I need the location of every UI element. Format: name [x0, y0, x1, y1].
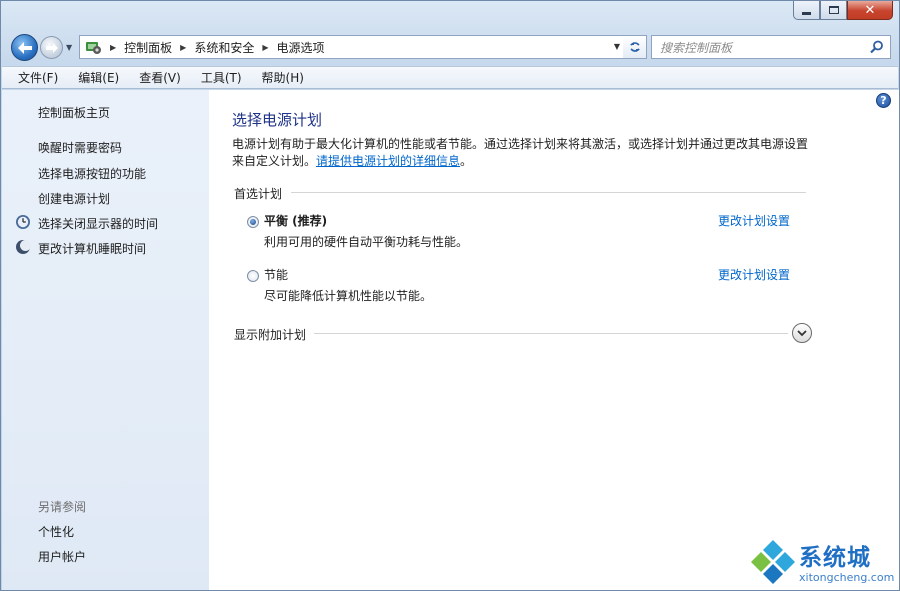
breadcrumb-separator-icon[interactable]: ▶ — [262, 43, 268, 52]
description-end: 。 — [460, 154, 473, 168]
breadcrumb-control-panel[interactable]: 控制面板 — [124, 39, 172, 56]
page-title: 选择电源计划 — [232, 111, 323, 129]
sidebar-item-wake-password[interactable]: 唤醒时需要密码 — [38, 139, 122, 156]
close-button[interactable]: ✕ — [847, 1, 893, 20]
menu-edit[interactable]: 编辑(E) — [66, 69, 127, 86]
sidebar-item-create-plan[interactable]: 创建电源计划 — [38, 190, 110, 207]
plan-desc-balanced: 利用可用的硬件自动平衡功耗与性能。 — [264, 235, 469, 249]
see-also-heading: 另请参阅 — [38, 500, 87, 514]
control-panel-icon — [86, 42, 101, 54]
menu-view[interactable]: 查看(V) — [127, 69, 189, 86]
search-placeholder: 搜索控制面板 — [660, 40, 733, 55]
radio-balanced[interactable] — [247, 216, 259, 228]
sidebar-item-user-accounts[interactable]: 用户帐户 — [38, 548, 86, 565]
additional-plans-heading[interactable]: 显示附加计划 — [234, 326, 306, 343]
expand-additional-plans-button[interactable] — [792, 323, 812, 343]
change-plan-settings-power-saver[interactable]: 更改计划设置 — [718, 266, 790, 283]
close-icon: ✕ — [864, 2, 876, 18]
plan-details-link[interactable]: 请提供电源计划的详细信息 — [316, 154, 460, 168]
menu-tools[interactable]: 工具(T) — [189, 69, 250, 86]
watermark-url: xitongcheng.com — [799, 571, 895, 584]
recent-pages-dropdown-icon[interactable]: ▼ — [66, 43, 72, 52]
power-options-window: ✕ ▼ ▶ 控制面板 ▶ 系统和安全 ▶ 电源选项 ▼ 搜索控制面板 文件(F)… — [0, 0, 900, 591]
address-dropdown-icon[interactable]: ▼ — [614, 42, 620, 51]
plan-name-power-saver[interactable]: 节能 — [264, 266, 288, 283]
maximize-button[interactable] — [820, 1, 847, 20]
address-bar[interactable]: ▶ 控制面板 ▶ 系统和安全 ▶ 电源选项 ▼ — [79, 35, 625, 59]
search-icon[interactable] — [870, 40, 884, 54]
monitor-clock-icon — [16, 215, 30, 229]
refresh-button[interactable] — [623, 35, 647, 59]
sidebar-item-personalization[interactable]: 个性化 — [38, 523, 74, 540]
change-plan-settings-balanced[interactable]: 更改计划设置 — [718, 212, 790, 229]
watermark-name: 系统城 — [799, 545, 871, 571]
breadcrumb-power-options[interactable]: 电源选项 — [277, 39, 325, 56]
menu-bar: 文件(F) 编辑(E) 查看(V) 工具(T) 帮助(H) — [2, 66, 898, 89]
caption-buttons: ✕ — [793, 1, 893, 20]
sidebar-item-control-panel-home[interactable]: 控制面板主页 — [38, 104, 110, 121]
moon-sleep-icon — [16, 240, 31, 254]
main-content: ? 选择电源计划 电源计划有助于最大化计算机的性能或者节能。通过选择计划来将其激… — [209, 90, 899, 590]
help-icon[interactable]: ? — [876, 93, 891, 108]
sidebar-item-sleep-time[interactable]: 更改计算机睡眠时间 — [38, 240, 146, 257]
radio-power-saver[interactable] — [247, 270, 259, 282]
menu-file[interactable]: 文件(F) — [6, 69, 66, 86]
task-pane: 控制面板主页 唤醒时需要密码 选择电源按钮的功能 创建电源计划 选择关闭显示器的… — [2, 90, 209, 590]
watermark-logo: 系统城 xitongcheng.com — [749, 536, 897, 588]
chevron-down-icon — [797, 329, 807, 336]
divider — [314, 333, 788, 334]
forward-arrow-icon — [45, 42, 58, 53]
refresh-icon — [629, 42, 640, 52]
minimize-button[interactable] — [793, 1, 820, 20]
back-button[interactable] — [11, 34, 38, 61]
breadcrumb-separator-icon[interactable]: ▶ — [180, 43, 186, 52]
plan-desc-power-saver: 尽可能降低计算机性能以节能。 — [264, 289, 433, 303]
sidebar-item-display-off-time[interactable]: 选择关闭显示器的时间 — [38, 215, 158, 232]
forward-button[interactable] — [40, 36, 63, 59]
sidebar-item-power-buttons[interactable]: 选择电源按钮的功能 — [38, 165, 146, 182]
breadcrumb-separator-icon[interactable]: ▶ — [110, 43, 116, 52]
maximize-icon — [828, 6, 839, 14]
minimize-icon — [802, 11, 811, 15]
plan-name-balanced[interactable]: 平衡 (推荐) — [264, 212, 327, 229]
back-arrow-icon — [17, 41, 32, 54]
divider — [291, 192, 806, 193]
diamond-logo-icon — [751, 540, 795, 584]
search-input[interactable]: 搜索控制面板 — [651, 35, 891, 59]
menu-help[interactable]: 帮助(H) — [250, 69, 312, 86]
breadcrumb-system-security[interactable]: 系统和安全 — [194, 39, 254, 56]
page-description: 电源计划有助于最大化计算机的性能或者节能。通过选择计划来将其激活，或选择计划并通… — [232, 136, 817, 170]
preferred-plans-heading: 首选计划 — [234, 187, 283, 201]
navigation-row: ▼ ▶ 控制面板 ▶ 系统和安全 ▶ 电源选项 ▼ 搜索控制面板 — [9, 33, 891, 61]
